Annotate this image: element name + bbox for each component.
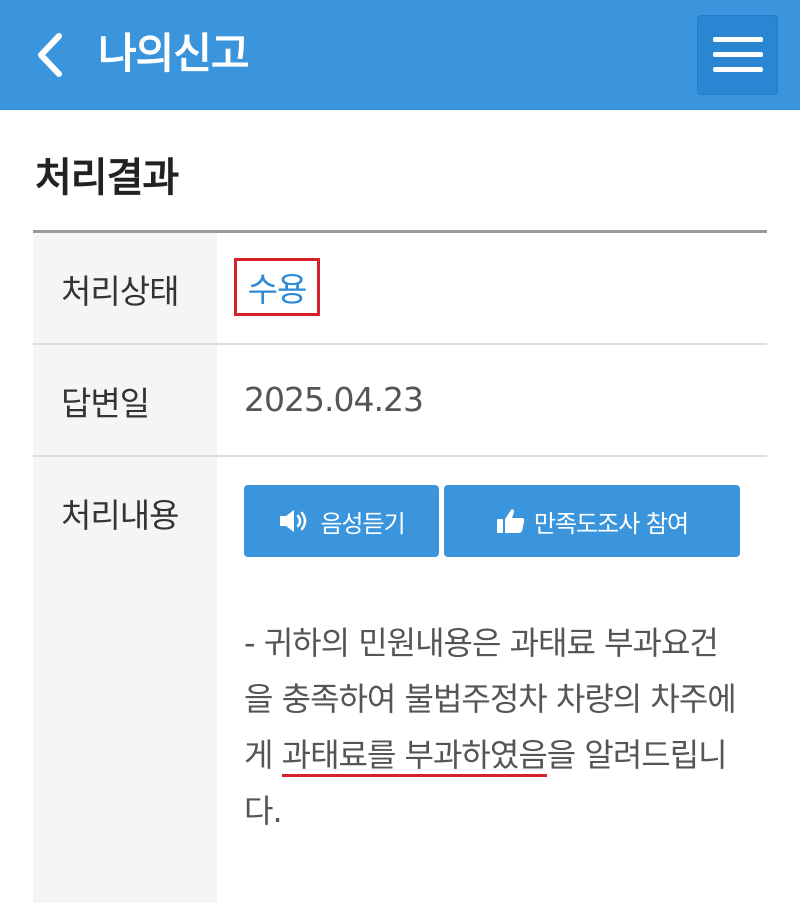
survey-label: 만족도조사 참여 <box>533 509 689 538</box>
thumbs-up-icon <box>496 507 526 535</box>
date-row: 답변일 2025.04.23 <box>33 345 767 457</box>
section-title: 처리결과 <box>35 155 179 201</box>
page-title: 나의신고 <box>98 29 250 78</box>
date-label-cell: 답변일 <box>33 345 217 455</box>
status-label: 처리상태 <box>61 272 179 311</box>
content-label: 처리내용 <box>61 496 179 535</box>
voice-listen-label: 음성듣기 <box>320 509 405 538</box>
survey-button[interactable]: 만족도조사 참여 <box>444 485 740 557</box>
result-content-text: - 귀하의 민원내용은 과태료 부과요건을 충족하여 불법주정차 차량의 차주에… <box>244 615 744 839</box>
status-row: 처리상태 수용 <box>33 233 767 345</box>
speaker-icon <box>278 508 312 534</box>
status-label-cell: 처리상태 <box>33 233 217 343</box>
back-button[interactable] <box>28 28 72 82</box>
content-text-highlight: 과태료를 부과하였음 <box>281 736 548 777</box>
menu-button[interactable] <box>697 15 778 95</box>
content-row: 처리내용 음성듣기 만족도조사 참여 - 귀하의 민원내용은 과태료 부과요건을… <box>33 457 767 903</box>
hamburger-menu-icon <box>712 37 763 72</box>
chevron-left-icon <box>38 33 62 77</box>
result-table: 처리상태 수용 답변일 2025.04.23 처리내용 음성듣기 만족도조사 참… <box>33 230 767 903</box>
status-value: 수용 <box>247 270 308 309</box>
content-label-cell: 처리내용 <box>33 457 217 903</box>
date-value: 2025.04.23 <box>244 380 424 419</box>
status-annotation-box: 수용 <box>234 258 320 316</box>
date-label: 답변일 <box>61 384 150 423</box>
app-header: 나의신고 <box>0 0 800 110</box>
voice-listen-button[interactable]: 음성듣기 <box>244 485 439 557</box>
